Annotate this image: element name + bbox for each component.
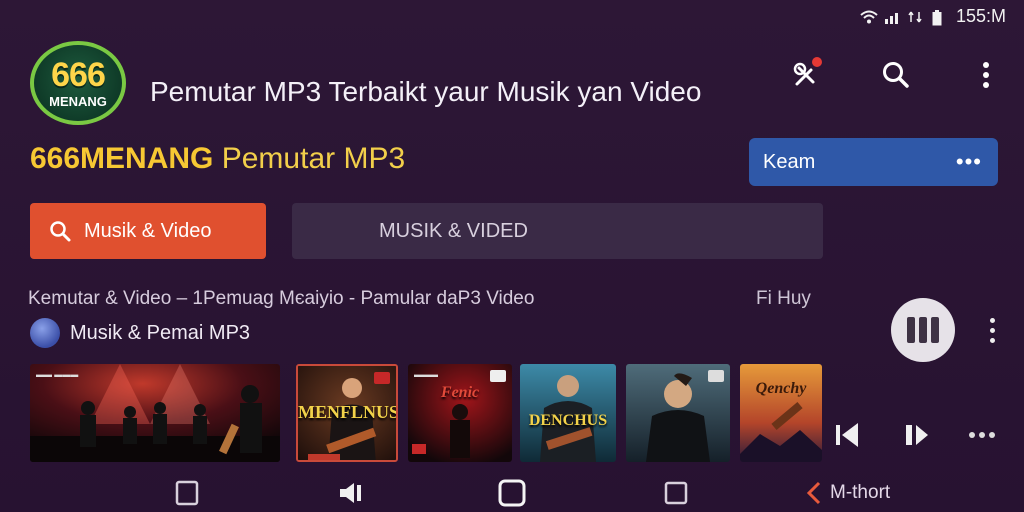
volume-icon bbox=[340, 483, 361, 503]
playlist-label: Musik & Pemai MP3 bbox=[70, 321, 251, 344]
tools-button[interactable] bbox=[786, 55, 826, 95]
pause-button[interactable] bbox=[891, 298, 955, 362]
media-thumbnail[interactable] bbox=[626, 364, 730, 462]
status-bar: 155:Μ bbox=[860, 6, 1006, 27]
back-label: M-thort bbox=[830, 482, 891, 503]
media-thumbnail[interactable]: DENCHUS bbox=[520, 364, 616, 462]
keam-button[interactable]: Keam ••• bbox=[749, 138, 998, 186]
data-icon bbox=[908, 10, 924, 24]
thumbnail-tag: ▬▬▬ bbox=[414, 370, 438, 379]
overview-button[interactable] bbox=[662, 478, 690, 508]
thumbnail-tag: ▬▬ ▬▬▬ bbox=[36, 370, 79, 379]
tab-primary-label: Musik & Video bbox=[84, 219, 212, 242]
thumbnail-title: DENCHUS bbox=[528, 412, 608, 429]
keam-label: Keam bbox=[763, 150, 816, 173]
thumbnail-title: Fenic bbox=[440, 384, 480, 401]
breadcrumb: Kemutar & Video – 1Pemuag Mєaiyio - Pamu… bbox=[28, 288, 535, 309]
app-logo: 666 MENANG bbox=[30, 41, 126, 125]
chevron-left-icon bbox=[806, 481, 821, 505]
more-horizontal-button[interactable] bbox=[966, 418, 998, 452]
more-horizontal-icon: ••• bbox=[955, 149, 982, 174]
square-icon bbox=[664, 481, 688, 505]
brand-name: 666MENANG bbox=[30, 142, 214, 175]
wifi-icon bbox=[860, 10, 878, 24]
tab-musik-vided[interactable]: MUSIK & VIDED bbox=[292, 203, 823, 259]
play-pause-button[interactable] bbox=[902, 418, 932, 452]
logo-number: 666 bbox=[51, 55, 106, 94]
search-icon bbox=[883, 62, 909, 88]
more-vertical-icon bbox=[983, 62, 989, 88]
top-actions bbox=[786, 55, 1006, 95]
status-time: 155:Μ bbox=[955, 6, 1006, 26]
thumbnail-badge bbox=[490, 370, 506, 382]
playlist-icon bbox=[30, 318, 60, 348]
notification-badge bbox=[812, 57, 822, 67]
thumbnail-title: MENFLNUS bbox=[298, 402, 398, 422]
filter-link[interactable]: Fi Huy bbox=[756, 288, 811, 310]
pause-play-icon bbox=[906, 425, 928, 445]
brand-subtitle: 666MENANG Pemutar MP3 bbox=[30, 142, 405, 176]
media-thumbnail[interactable]: MENFLNUS bbox=[296, 364, 398, 462]
logo-text: MENANG bbox=[49, 93, 107, 109]
tab-secondary-label: MUSIK & VIDED bbox=[379, 219, 528, 242]
media-thumbnail[interactable]: Qenchy bbox=[740, 364, 822, 462]
previous-icon bbox=[836, 423, 858, 447]
media-thumbnail[interactable]: Fenic ▬▬▬ bbox=[408, 364, 512, 462]
thumbnail-badge bbox=[708, 370, 724, 382]
previous-button[interactable] bbox=[832, 418, 862, 452]
media-thumbnail[interactable]: ▬▬ ▬▬▬ bbox=[30, 364, 280, 462]
search-icon bbox=[50, 221, 71, 242]
recents-icon bbox=[175, 480, 199, 506]
recent-apps-button[interactable] bbox=[172, 478, 202, 508]
page-title: Pemutar MP3 Terbaikt yaur Musik yan Vide… bbox=[150, 76, 702, 107]
back-button[interactable]: M-thort bbox=[806, 478, 916, 508]
playlist-header[interactable]: Musik & Pemai MP3 bbox=[30, 318, 250, 348]
thumbnail-badge bbox=[374, 372, 390, 384]
thumbnail-title: Qenchy bbox=[755, 380, 807, 397]
brand-tagline: Pemutar MP3 bbox=[221, 142, 406, 175]
home-button[interactable] bbox=[496, 478, 528, 508]
search-button[interactable] bbox=[876, 55, 916, 95]
navigation-bar: M-thort bbox=[0, 474, 1024, 512]
player-controls bbox=[832, 418, 1002, 452]
signal-icon bbox=[884, 10, 900, 24]
home-icon bbox=[498, 479, 526, 507]
more-vertical-button[interactable] bbox=[980, 310, 1004, 350]
volume-button[interactable] bbox=[336, 478, 366, 508]
battery-icon bbox=[932, 9, 948, 25]
more-options-button[interactable] bbox=[966, 55, 1006, 95]
more-horizontal-icon bbox=[969, 432, 995, 438]
pause-icon bbox=[907, 317, 915, 343]
tab-musik-video[interactable]: Musik & Video bbox=[30, 203, 266, 259]
